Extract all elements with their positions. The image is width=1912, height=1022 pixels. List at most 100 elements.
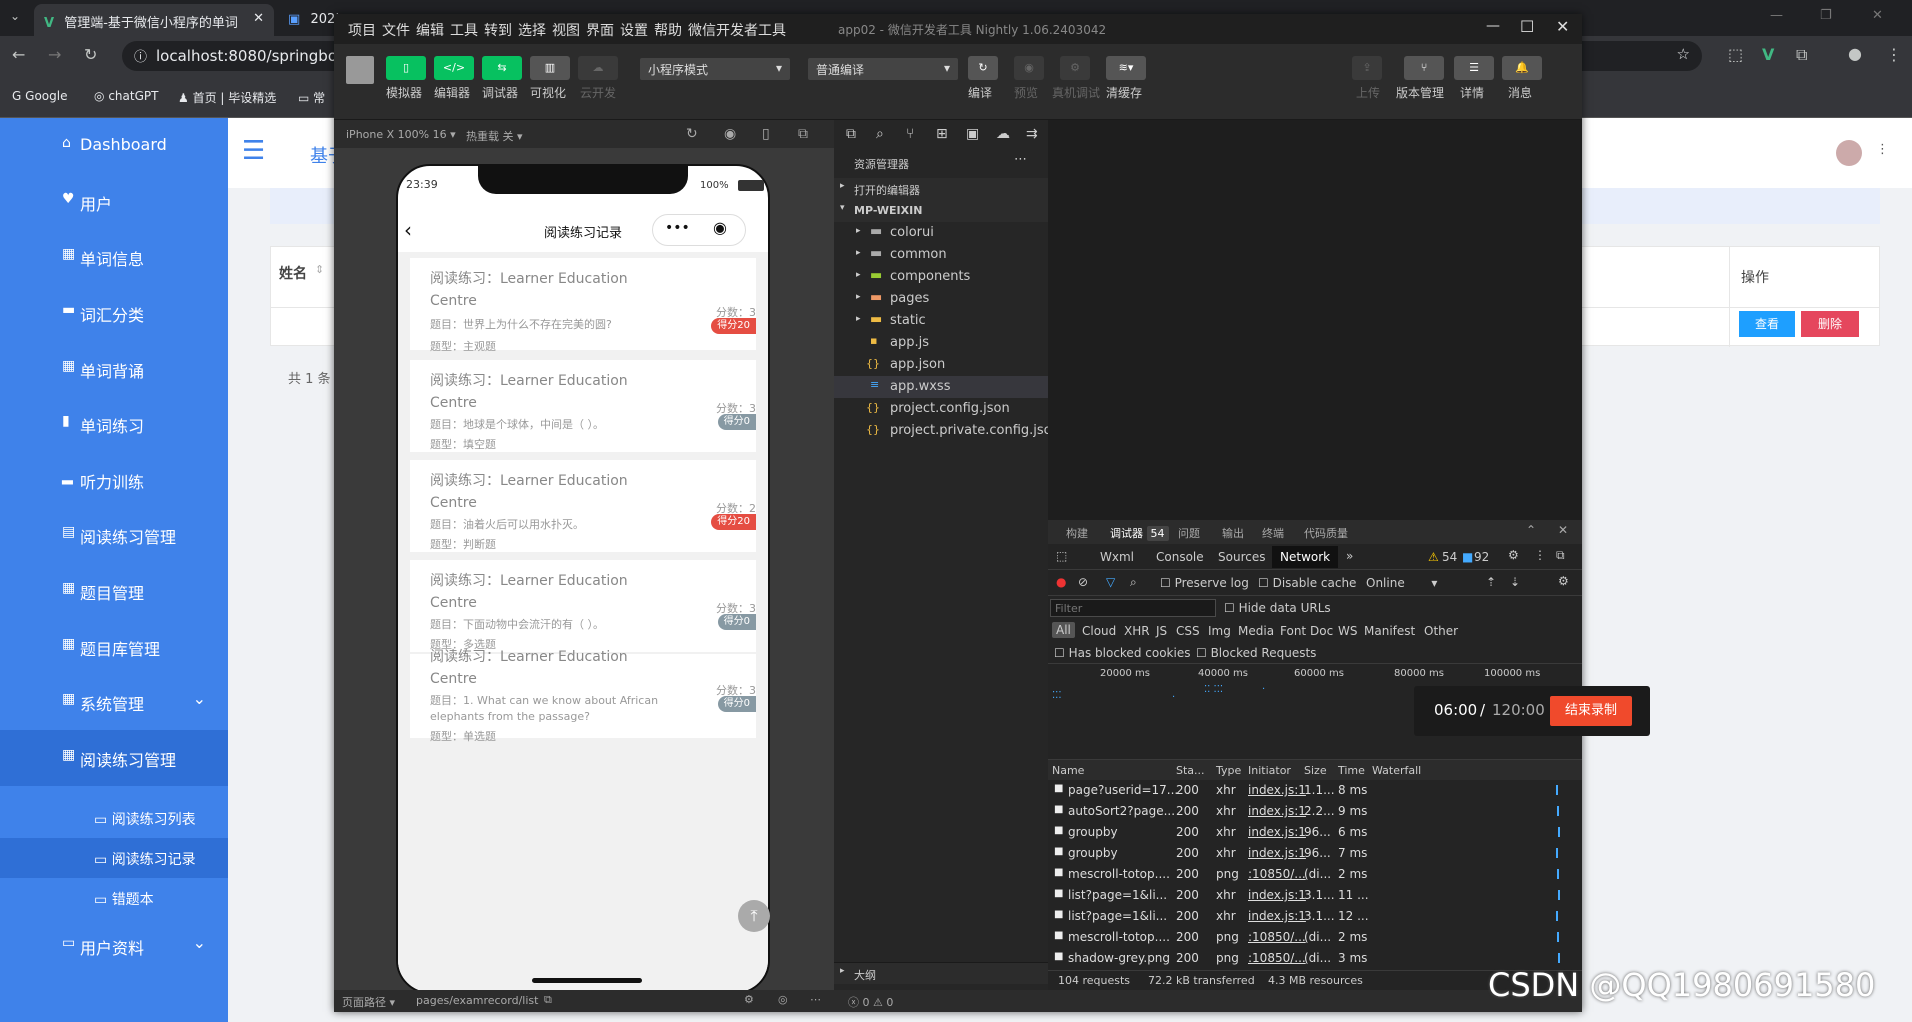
sidebar-item-users[interactable]: ♥ 用户 [0,174,228,230]
tab-search-icon[interactable]: ⌄ [10,9,20,23]
menu-edit[interactable]: 编辑 [416,20,444,40]
upload-icon[interactable]: ⇪ [1352,56,1382,80]
clear-cache-icon[interactable]: ≋▾ [1106,56,1146,80]
type-filter-doc[interactable]: Doc [1310,624,1333,638]
error-count[interactable]: ⓧ 0 ⚠ 0 [848,994,893,1010]
bookmark-folder[interactable]: ▭ 常 [298,89,325,106]
menu-view[interactable]: 视图 [552,20,580,40]
sidebar-item-practice[interactable]: ▮ 单词练习 [0,396,228,452]
bookmark-star-icon[interactable]: ☆ [1677,45,1690,63]
col-waterfall[interactable]: Waterfall [1372,764,1421,777]
table-cell[interactable]: index.js:1 [1248,804,1306,818]
sidebar-item-questions[interactable]: ▦ 题目管理 [0,563,228,619]
type-filter-ws[interactable]: WS [1338,624,1357,638]
table-header-name[interactable]: 姓名 [279,263,307,283]
table-row[interactable]: ■ groupby 200 xhr index.js:1 96... 7 ms [1048,843,1582,864]
search-icon[interactable]: ⌕ [1130,575,1137,590]
close-panel-icon[interactable]: ✕ [1558,523,1568,537]
tree-item-app-js[interactable]: ▪ app.js [834,332,1048,354]
forward-icon[interactable]: → [48,45,61,64]
list-item[interactable]: 阅读练习：Learner Education Centre 题目：下面动物中会流… [410,560,756,652]
list-item[interactable]: 阅读练习：Learner Education Centre 题目：地球是个球体，… [410,360,756,452]
site-info-icon[interactable]: ⓘ [134,46,147,65]
compile-icon[interactable]: ↻ [968,56,998,80]
inspect-element-icon[interactable]: ⬚ [1056,549,1067,563]
type-filter-xhr[interactable]: XHR [1124,624,1150,638]
extension-icon[interactable]: ⬚ [1728,45,1743,64]
record-icon[interactable]: ● [1056,575,1066,589]
bookmark-google[interactable]: G Google [12,89,67,103]
editor-toggle-icon[interactable]: </> [434,56,474,80]
compile-mode-select[interactable]: 普通编译 ▾ [808,58,958,80]
table-row[interactable]: ■ groupby 200 xhr index.js:1 96... 6 ms [1048,822,1582,843]
hamburger-menu-icon[interactable]: ☰ [242,136,265,166]
type-filter-cloud[interactable]: Cloud [1082,624,1116,638]
user-avatar[interactable] [346,56,374,84]
tab-console[interactable]: Console [1156,550,1204,564]
cloud-icon[interactable]: ☁ [996,126,1010,142]
type-filter-css[interactable]: CSS [1176,624,1200,638]
col-size[interactable]: Size [1304,764,1327,777]
debugger-toggle-icon[interactable]: ⇆ [482,56,522,80]
extensions-puzzle-icon[interactable]: ⧉ [1796,45,1807,65]
throttle-select[interactable]: Online ▾ [1366,576,1437,590]
bookmark-bishe[interactable]: ♟ 首页 | 毕设精选 [178,89,276,106]
eye-icon[interactable]: ◎ [778,993,788,1006]
menu-goto[interactable]: 转到 [484,20,512,40]
refresh-icon[interactable]: ↻ [686,126,698,142]
sort-icon[interactable]: ⇕ [315,263,324,276]
close-tab-icon[interactable]: ✕ [253,11,264,26]
settings-icon[interactable]: ⚙ [744,993,754,1006]
undock-icon[interactable]: ⧉ [1556,548,1565,563]
menu-file[interactable]: 文件 [382,20,410,40]
simulator-toggle-icon[interactable]: ▯ [386,56,426,80]
table-row[interactable]: ■ mescroll-totop.... 200 png:10850/... (di..… [1048,864,1582,885]
tab-debugger[interactable]: 调试器 54 [1110,525,1169,541]
tab-terminal[interactable]: 终端 [1262,525,1284,541]
popout-icon[interactable]: ⧉ [798,126,808,142]
browser-tab-admin[interactable]: V 管理端-基于微信小程序的单词 ✕ [34,4,274,36]
tab-build[interactable]: 构建 [1066,525,1088,541]
close-window-icon[interactable]: ✕ [1872,8,1883,23]
minimize-icon[interactable]: — [1486,18,1500,34]
table-cell[interactable]: :10850/... [1248,951,1306,965]
sidebar-item-reading-manage[interactable]: ▤ 阅读练习管理 [0,507,228,563]
type-filter-font[interactable]: Font [1280,624,1306,638]
sidebar-item-listening[interactable]: ▂ 听力训练 [0,452,228,508]
reload-icon[interactable]: ↻ [84,45,97,64]
type-filter-js[interactable]: JS [1156,624,1167,638]
search-icon[interactable]: ⌕ [876,126,884,142]
messages-bell-icon[interactable]: 🔔 [1502,56,1542,80]
blocked-cookies-checkbox[interactable]: ☐ Has blocked cookies [1054,646,1190,660]
files-icon[interactable]: ⧉ [846,126,856,142]
list-item[interactable]: 阅读练习：Learner Education Centre 题目：1. What… [410,649,756,743]
table-row[interactable]: ■ mescroll-totop.... 200 png:10850/... (di..… [1048,927,1582,948]
type-filter-all[interactable]: All [1052,622,1075,638]
tree-item-static[interactable]: ▸ ▬ static [834,310,1048,332]
tree-item-project-private-config[interactable]: {} project.private.config.json [834,420,1060,442]
blocked-requests-checkbox[interactable]: ☐ Blocked Requests [1196,646,1316,660]
back-icon[interactable]: ← [12,45,25,64]
storage-icon[interactable]: ▣ [966,126,979,142]
sidebar-item-recite[interactable]: ▦ 单词背诵 [0,341,228,397]
filter-icon[interactable]: ▽ [1106,575,1115,589]
table-row[interactable]: ■ list?page=1&li... 200 xhr index.js:1 3.1...… [1048,906,1582,927]
tab-wxml[interactable]: Wxml [1100,550,1134,564]
avatar[interactable] [1836,140,1862,166]
tab-problems[interactable]: 问题 [1178,525,1200,541]
tree-item-colorui[interactable]: ▸ ▬ colorui [834,222,1048,244]
real-debug-icon[interactable]: ⚙ [1060,56,1090,80]
maximize-icon[interactable]: ☐ [1520,17,1534,36]
network-settings-icon[interactable]: ⚙ [1558,574,1569,588]
visual-toggle-icon[interactable]: ▥ [530,56,570,80]
col-name[interactable]: Name [1052,764,1084,777]
more-vertical-icon[interactable]: ⋮ [1876,142,1889,157]
list-item[interactable]: 阅读练习：Learner Education Centre 题目：世界上为什么不… [410,258,756,353]
tree-item-app-wxss[interactable]: ≡ app.wxss [834,376,1048,398]
sidebar-item-system[interactable]: ▦ 系统管理 ⌄ [0,674,228,730]
sidebar-sub-wrong-book[interactable]: ▭ 错题本 [0,878,228,918]
sidebar-item-vocab-category[interactable]: ▬ 词汇分类 [0,285,228,341]
tree-item-common[interactable]: ▸ ▬ common [834,244,1048,266]
col-type[interactable]: Type [1216,764,1241,777]
filter-input[interactable] [1050,599,1216,617]
